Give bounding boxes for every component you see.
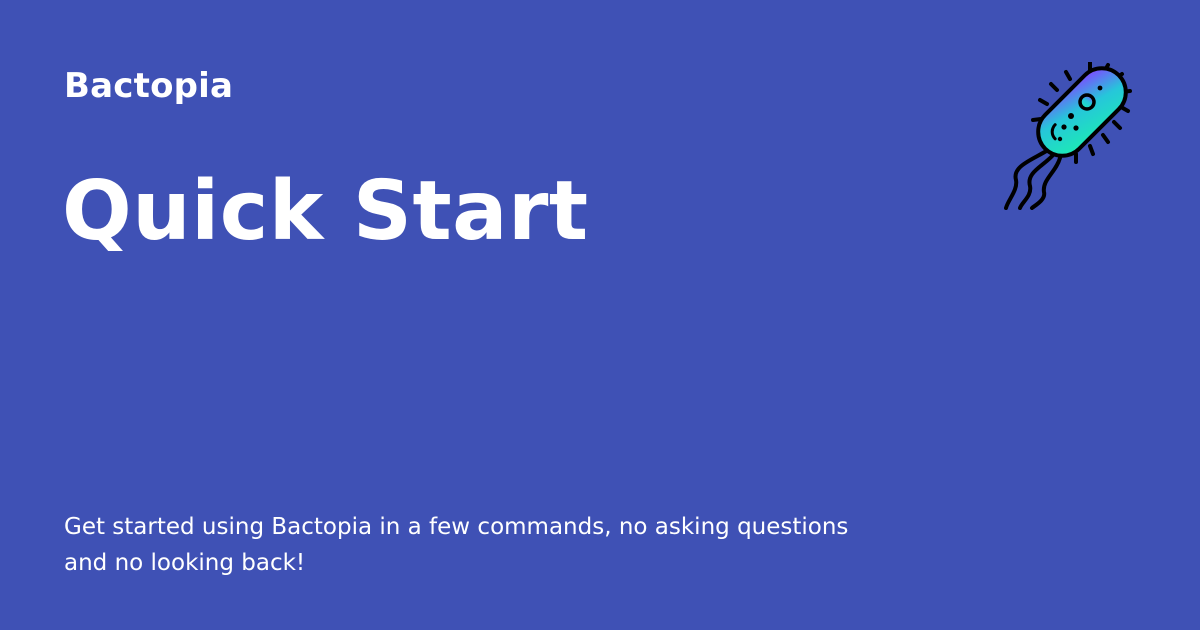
- bacterium-icon: [1004, 60, 1132, 210]
- site-name: Bactopia: [64, 66, 234, 106]
- page-title: Quick Start: [62, 164, 589, 259]
- page-description: Get started using Bactopia in a few comm…: [64, 514, 849, 576]
